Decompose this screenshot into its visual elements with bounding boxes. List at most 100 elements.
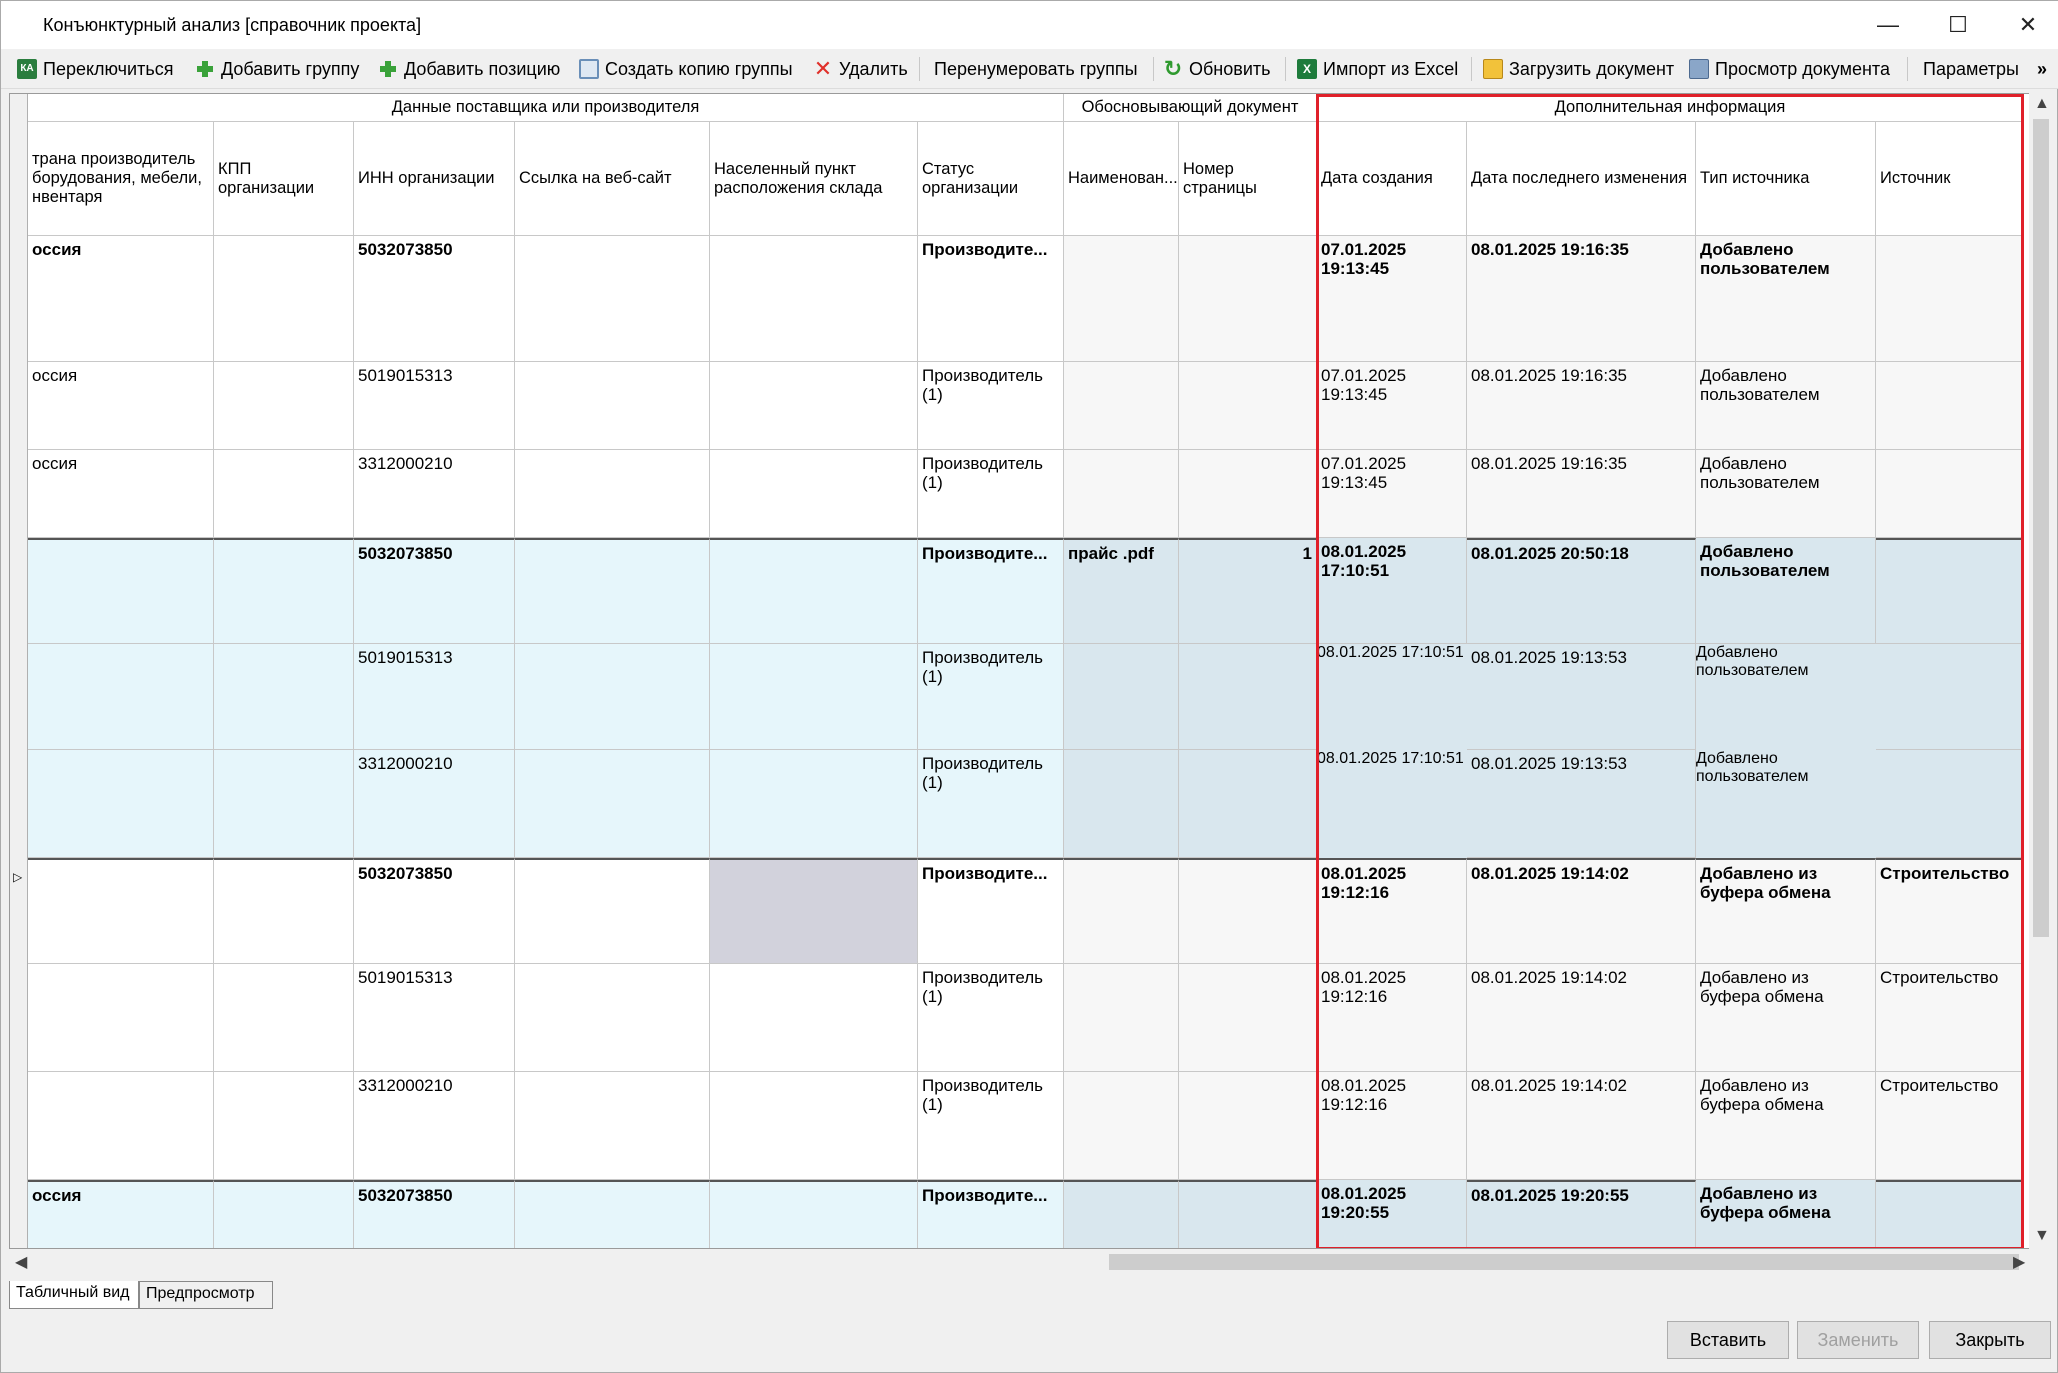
table-cell-status[interactable]: Производитель (1) xyxy=(918,362,1064,450)
table-cell-status[interactable]: Производитель (1) xyxy=(918,644,1064,750)
table-cell-source_type[interactable]: Добавлено пользователем xyxy=(1696,644,1876,750)
table-cell-page_no[interactable] xyxy=(1179,362,1317,450)
table-cell-source_type[interactable]: Добавлено пользователем xyxy=(1696,750,1876,858)
column-header-doc_name[interactable]: Наименован... xyxy=(1064,122,1179,236)
table-cell-page_no[interactable]: 1 xyxy=(1179,538,1317,644)
add-group-button[interactable]: Добавить группу xyxy=(195,55,359,83)
table-cell-kpp[interactable] xyxy=(214,1072,354,1180)
table-cell-kpp[interactable] xyxy=(214,1180,354,1248)
table-cell-kpp[interactable] xyxy=(214,750,354,858)
minimize-button[interactable]: — xyxy=(1853,1,1923,49)
table-cell-page_no[interactable] xyxy=(1179,1072,1317,1180)
table-cell-doc_name[interactable] xyxy=(1064,750,1179,858)
delete-button[interactable]: ✕ Удалить xyxy=(813,55,908,83)
toolbar-overflow-button[interactable]: » xyxy=(2037,55,2047,83)
table-cell-modified[interactable]: 08.01.2025 19:13:53 xyxy=(1467,644,1696,750)
table-cell-inn[interactable]: 5032073850 xyxy=(354,858,515,964)
table-cell-kpp[interactable] xyxy=(214,538,354,644)
table-cell-inn[interactable]: 5032073850 xyxy=(354,236,515,362)
table-cell-doc_name[interactable] xyxy=(1064,964,1179,1072)
table-cell-page_no[interactable] xyxy=(1179,450,1317,538)
table-cell-doc_name[interactable] xyxy=(1064,1180,1179,1248)
table-cell-doc_name[interactable] xyxy=(1064,450,1179,538)
table-cell-source_type[interactable]: Добавлено пользователем xyxy=(1696,450,1876,538)
table-cell-country[interactable] xyxy=(28,1072,214,1180)
table-cell-page_no[interactable] xyxy=(1179,750,1317,858)
column-header-created[interactable]: Дата создания xyxy=(1317,122,1467,236)
table-cell-locality[interactable] xyxy=(710,1180,918,1248)
copy-group-button[interactable]: Создать копию группы xyxy=(579,55,793,83)
table-cell-kpp[interactable] xyxy=(214,858,354,964)
table-cell-doc_name[interactable] xyxy=(1064,1072,1179,1180)
table-cell-status[interactable]: Производите... xyxy=(918,858,1064,964)
column-header-source_type[interactable]: Тип источника xyxy=(1696,122,1876,236)
close-button[interactable]: Закрыть xyxy=(1929,1321,2051,1359)
column-header-locality[interactable]: Населенный пункт расположения склада xyxy=(710,122,918,236)
table-cell-country[interactable] xyxy=(28,644,214,750)
table-cell-source[interactable] xyxy=(1876,538,2024,644)
table-cell-website[interactable] xyxy=(515,964,710,1072)
vertical-scrollbar[interactable]: ▲ ▼ xyxy=(2029,93,2053,1249)
vertical-scroll-thumb[interactable] xyxy=(2033,119,2049,937)
table-cell-status[interactable]: Производите... xyxy=(918,1180,1064,1248)
table-cell-source[interactable] xyxy=(1876,1180,2024,1248)
table-cell-inn[interactable]: 3312000210 xyxy=(354,750,515,858)
table-cell-created[interactable]: 07.01.2025 19:13:45 xyxy=(1317,236,1467,362)
table-cell-source_type[interactable]: Добавлено пользователем xyxy=(1696,236,1876,362)
table-cell-inn[interactable]: 3312000210 xyxy=(354,450,515,538)
table-cell-locality[interactable] xyxy=(710,236,918,362)
table-cell-status[interactable]: Производите... xyxy=(918,538,1064,644)
table-cell-modified[interactable]: 08.01.2025 19:13:53 xyxy=(1467,750,1696,858)
table-cell-locality[interactable] xyxy=(710,1072,918,1180)
table-cell-inn[interactable]: 5032073850 xyxy=(354,538,515,644)
table-cell-website[interactable] xyxy=(515,1072,710,1180)
close-window-button[interactable]: ✕ xyxy=(1993,1,2058,49)
table-cell-country[interactable] xyxy=(28,964,214,1072)
tab-preview[interactable]: Предпросмотр xyxy=(139,1281,273,1309)
table-cell-page_no[interactable] xyxy=(1179,1180,1317,1248)
table-cell-modified[interactable]: 08.01.2025 19:16:35 xyxy=(1467,362,1696,450)
horizontal-scroll-thumb[interactable] xyxy=(1109,1254,2019,1270)
scroll-right-icon[interactable]: ▶ xyxy=(2013,1252,2025,1272)
column-header-modified[interactable]: Дата последнего изменения xyxy=(1467,122,1696,236)
table-cell-created[interactable]: 07.01.2025 19:13:45 xyxy=(1317,362,1467,450)
table-cell-kpp[interactable] xyxy=(214,362,354,450)
table-cell-created[interactable]: 08.01.2025 19:20:55 xyxy=(1317,1180,1467,1248)
table-cell-country[interactable]: оссия xyxy=(28,450,214,538)
table-cell-doc_name[interactable] xyxy=(1064,644,1179,750)
table-cell-country[interactable] xyxy=(28,858,214,964)
table-cell-kpp[interactable] xyxy=(214,964,354,1072)
table-cell-status[interactable]: Производите... xyxy=(918,236,1064,362)
view-document-button[interactable]: Просмотр документа xyxy=(1689,55,1890,83)
table-cell-created[interactable]: 08.01.2025 19:12:16 xyxy=(1317,858,1467,964)
column-header-kpp[interactable]: КПП организации xyxy=(214,122,354,236)
table-cell-modified[interactable]: 08.01.2025 19:14:02 xyxy=(1467,858,1696,964)
table-cell-created[interactable]: 08.01.2025 17:10:51 xyxy=(1317,538,1467,644)
table-cell-source[interactable]: Строительство xyxy=(1876,1072,2024,1180)
data-grid[interactable]: ▷ Данные поставщика или производителя Обо… xyxy=(9,93,2033,1249)
table-cell-kpp[interactable] xyxy=(214,644,354,750)
table-cell-doc_name[interactable]: прайс .pdf xyxy=(1064,538,1179,644)
table-cell-modified[interactable]: 08.01.2025 19:14:02 xyxy=(1467,1072,1696,1180)
tab-table-view[interactable]: Табличный вид xyxy=(9,1281,139,1309)
table-cell-modified[interactable]: 08.01.2025 19:14:02 xyxy=(1467,964,1696,1072)
column-header-status[interactable]: Статус организации xyxy=(918,122,1064,236)
table-cell-status[interactable]: Производитель (1) xyxy=(918,750,1064,858)
table-cell-source_type[interactable]: Добавлено из буфера обмена xyxy=(1696,964,1876,1072)
table-cell-website[interactable] xyxy=(515,1180,710,1248)
table-cell-created[interactable]: 08.01.2025 19:12:16 xyxy=(1317,964,1467,1072)
scroll-down-icon[interactable]: ▼ xyxy=(2034,1227,2050,1245)
table-cell-country[interactable]: оссия xyxy=(28,1180,214,1248)
scroll-left-icon[interactable]: ◀ xyxy=(15,1252,27,1272)
table-cell-source_type[interactable]: Добавлено из буфера обмена xyxy=(1696,1072,1876,1180)
switch-button[interactable]: КА Переключиться xyxy=(17,55,173,83)
table-cell-inn[interactable]: 5019015313 xyxy=(354,964,515,1072)
table-cell-website[interactable] xyxy=(515,644,710,750)
table-cell-source_type[interactable]: Добавлено пользователем xyxy=(1696,538,1876,644)
insert-button[interactable]: Вставить xyxy=(1667,1321,1789,1359)
table-cell-country[interactable] xyxy=(28,750,214,858)
table-cell-status[interactable]: Производитель (1) xyxy=(918,450,1064,538)
table-cell-page_no[interactable] xyxy=(1179,644,1317,750)
table-cell-kpp[interactable] xyxy=(214,236,354,362)
table-cell-source[interactable] xyxy=(1876,644,2024,750)
